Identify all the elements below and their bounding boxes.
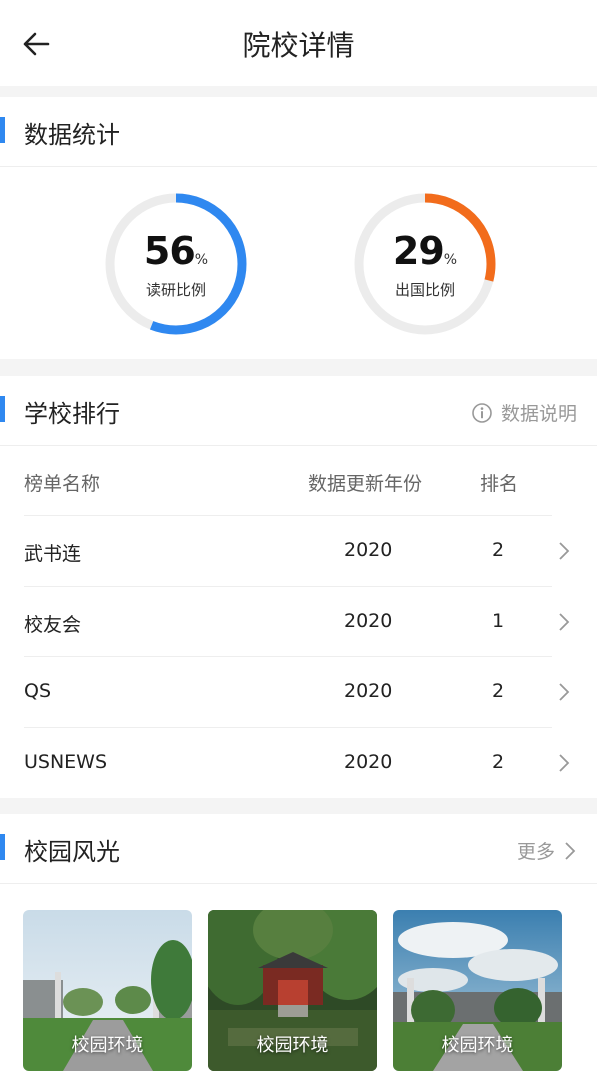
photo-caption: 校园环境	[71, 1035, 144, 1056]
abroad-ratio-label: 出国比例	[394, 281, 455, 299]
scenery-section: 校园风光 更多 校园环境 校园环境 校园环境	[0, 814, 597, 1087]
ranking-row[interactable]: 校友会 2020 1	[24, 587, 570, 657]
chevron-right-icon	[559, 753, 570, 772]
study-ratio-value: 56	[143, 229, 196, 273]
app-header: 院校详情	[0, 0, 597, 86]
photo-caption: 校园环境	[441, 1035, 514, 1056]
chevron-right-icon	[559, 542, 570, 560]
ranking-rank: 1	[492, 609, 505, 632]
page-title: 院校详情	[242, 29, 355, 62]
scenery-section-title: 校园风光	[24, 838, 120, 866]
study-ratio-ring: 56% 读研比例	[101, 189, 251, 339]
ranking-name: USNEWS	[24, 750, 108, 773]
campus-photo[interactable]: 校园环境	[23, 910, 192, 1071]
data-info-button[interactable]: 数据说明	[471, 399, 577, 426]
column-header-year: 数据更新年份	[308, 473, 423, 495]
abroad-ratio-value: 29	[392, 229, 445, 273]
photo-caption: 校园环境	[256, 1035, 329, 1056]
ranking-year: 2020	[344, 539, 393, 561]
ranking-section-title: 学校排行	[24, 400, 120, 428]
chevron-right-icon	[559, 612, 570, 631]
scenery-section-header: 校园风光 更多	[0, 814, 597, 884]
ranking-rank: 2	[492, 680, 505, 702]
column-header-name: 榜单名称	[24, 473, 101, 495]
ranking-table-header: 榜单名称 数据更新年份 排名	[24, 446, 552, 516]
study-ratio-label: 读研比例	[145, 281, 206, 299]
ranking-year: 2020	[344, 680, 393, 702]
ranking-section-header: 学校排行 数据说明	[0, 376, 597, 446]
more-button[interactable]: 更多	[517, 837, 577, 864]
section-accent-bar	[0, 396, 5, 422]
stats-section-title: 数据统计	[24, 121, 120, 149]
more-label: 更多	[516, 841, 555, 863]
data-info-label: 数据说明	[500, 403, 577, 425]
stats-section-header: 数据统计	[0, 97, 597, 167]
ranking-name: QS	[24, 680, 52, 702]
chevron-right-icon	[559, 683, 570, 701]
info-icon	[472, 402, 492, 423]
campus-photo[interactable]: 校园环境	[393, 910, 562, 1071]
campus-photo[interactable]: 校园环境	[208, 910, 377, 1071]
chevron-right-icon	[565, 841, 576, 860]
ranking-section: 学校排行 数据说明 榜单名称 数据更新年份 排名 武书连 2020 2 校友会 …	[0, 376, 597, 798]
study-ratio-unit: %	[194, 252, 209, 268]
section-accent-bar	[0, 117, 5, 143]
ranking-name: 校友会	[24, 613, 82, 636]
abroad-ratio-ring: 29% 出国比例	[350, 189, 500, 339]
ranking-name: 武书连	[24, 543, 82, 565]
column-header-rank: 排名	[480, 473, 519, 495]
ranking-row[interactable]: QS 2020 2	[24, 657, 570, 728]
ranking-rank: 2	[492, 750, 505, 773]
stats-section: 数据统计 56% 读研比例 29% 出国比例	[0, 97, 597, 359]
ranking-row[interactable]: 武书连 2020 2	[24, 516, 570, 587]
abroad-ratio-unit: %	[443, 252, 458, 268]
section-accent-bar	[0, 834, 5, 860]
ranking-row[interactable]: USNEWS 2020 2	[24, 728, 570, 799]
ranking-year: 2020	[344, 609, 393, 632]
ranking-year: 2020	[344, 750, 393, 773]
ranking-rank: 2	[492, 539, 505, 561]
